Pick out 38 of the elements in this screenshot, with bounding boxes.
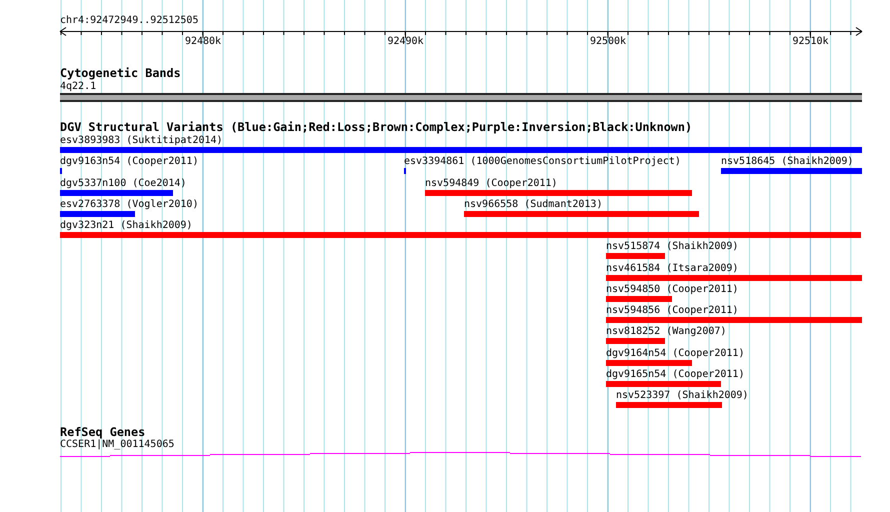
variant-bar[interactable] (606, 274, 862, 280)
variant-label[interactable]: nsv594856 (Cooper2011) (606, 305, 738, 316)
variant-label[interactable]: nsv518645 (Shaikh2009) (721, 156, 854, 168)
variant-label[interactable]: esv3394861 (1000GenomesConsortiumPilotProject) (404, 156, 681, 168)
variant-label[interactable]: nsv523397 (Shaikh2009) (616, 390, 748, 401)
track-title: RefSeq Genes (60, 426, 146, 439)
variant-bar[interactable] (606, 253, 665, 260)
tick-label: 92510k (792, 36, 829, 47)
track-title: DGV Structural Variants (Blue:Gain;Red:Loss;Brown:Complex;Purple:Inversion;Black:Unknown) (60, 121, 692, 134)
tick-label: 92500k (590, 36, 626, 47)
variant-bar[interactable] (721, 168, 862, 174)
gene-label[interactable]: CCSER1|NM_001145065 (60, 439, 174, 450)
variant-label[interactable]: nsv594849 (Cooper2011) (425, 178, 558, 188)
variant-label[interactable]: dgv323n21 (Shaikh2009) (60, 220, 192, 231)
tick-label: 92480k (184, 36, 222, 47)
track-title: Cytogenetic Bands (60, 67, 181, 80)
variant-label[interactable]: nsv966558 (Sudmant2013) (464, 198, 602, 210)
variant-bar[interactable] (60, 190, 173, 196)
variant-label[interactable]: dgv9164n54 (Cooper2011) (606, 348, 744, 358)
location-label: chr4:92472949..92512505 (60, 15, 198, 26)
band-label: 4q22.1 (60, 81, 96, 92)
variant-bar[interactable] (425, 190, 692, 196)
variant-label[interactable]: dgv9165n54 (Cooper2011) (606, 368, 744, 380)
variant-bar[interactable] (606, 338, 665, 344)
variant-label[interactable]: nsv818252 (Wang2007) (606, 326, 726, 338)
variant-label[interactable]: dgv5337n100 (Coe2014) (60, 178, 186, 188)
variant-label[interactable]: dgv9163n54 (Cooper2011) (60, 156, 198, 168)
variant-label[interactable]: esv2763378 (Vogler2010) (60, 198, 198, 210)
variant-bar[interactable] (464, 210, 699, 217)
variant-label[interactable]: nsv515874 (Shaikh2009) (606, 241, 738, 252)
variant-bar[interactable] (606, 296, 672, 302)
variant-label[interactable]: esv3893983 (Suktitipat2014) (60, 135, 223, 146)
variant-label[interactable]: nsv594850 (Cooper2011) (606, 284, 738, 295)
variant-bar[interactable] (606, 360, 692, 366)
variant-bar[interactable] (606, 380, 721, 387)
variant-bar[interactable] (60, 210, 135, 217)
tick-label: 92490k (387, 36, 424, 47)
variant-label[interactable]: nsv461584 (Itsara2009) (606, 262, 738, 274)
